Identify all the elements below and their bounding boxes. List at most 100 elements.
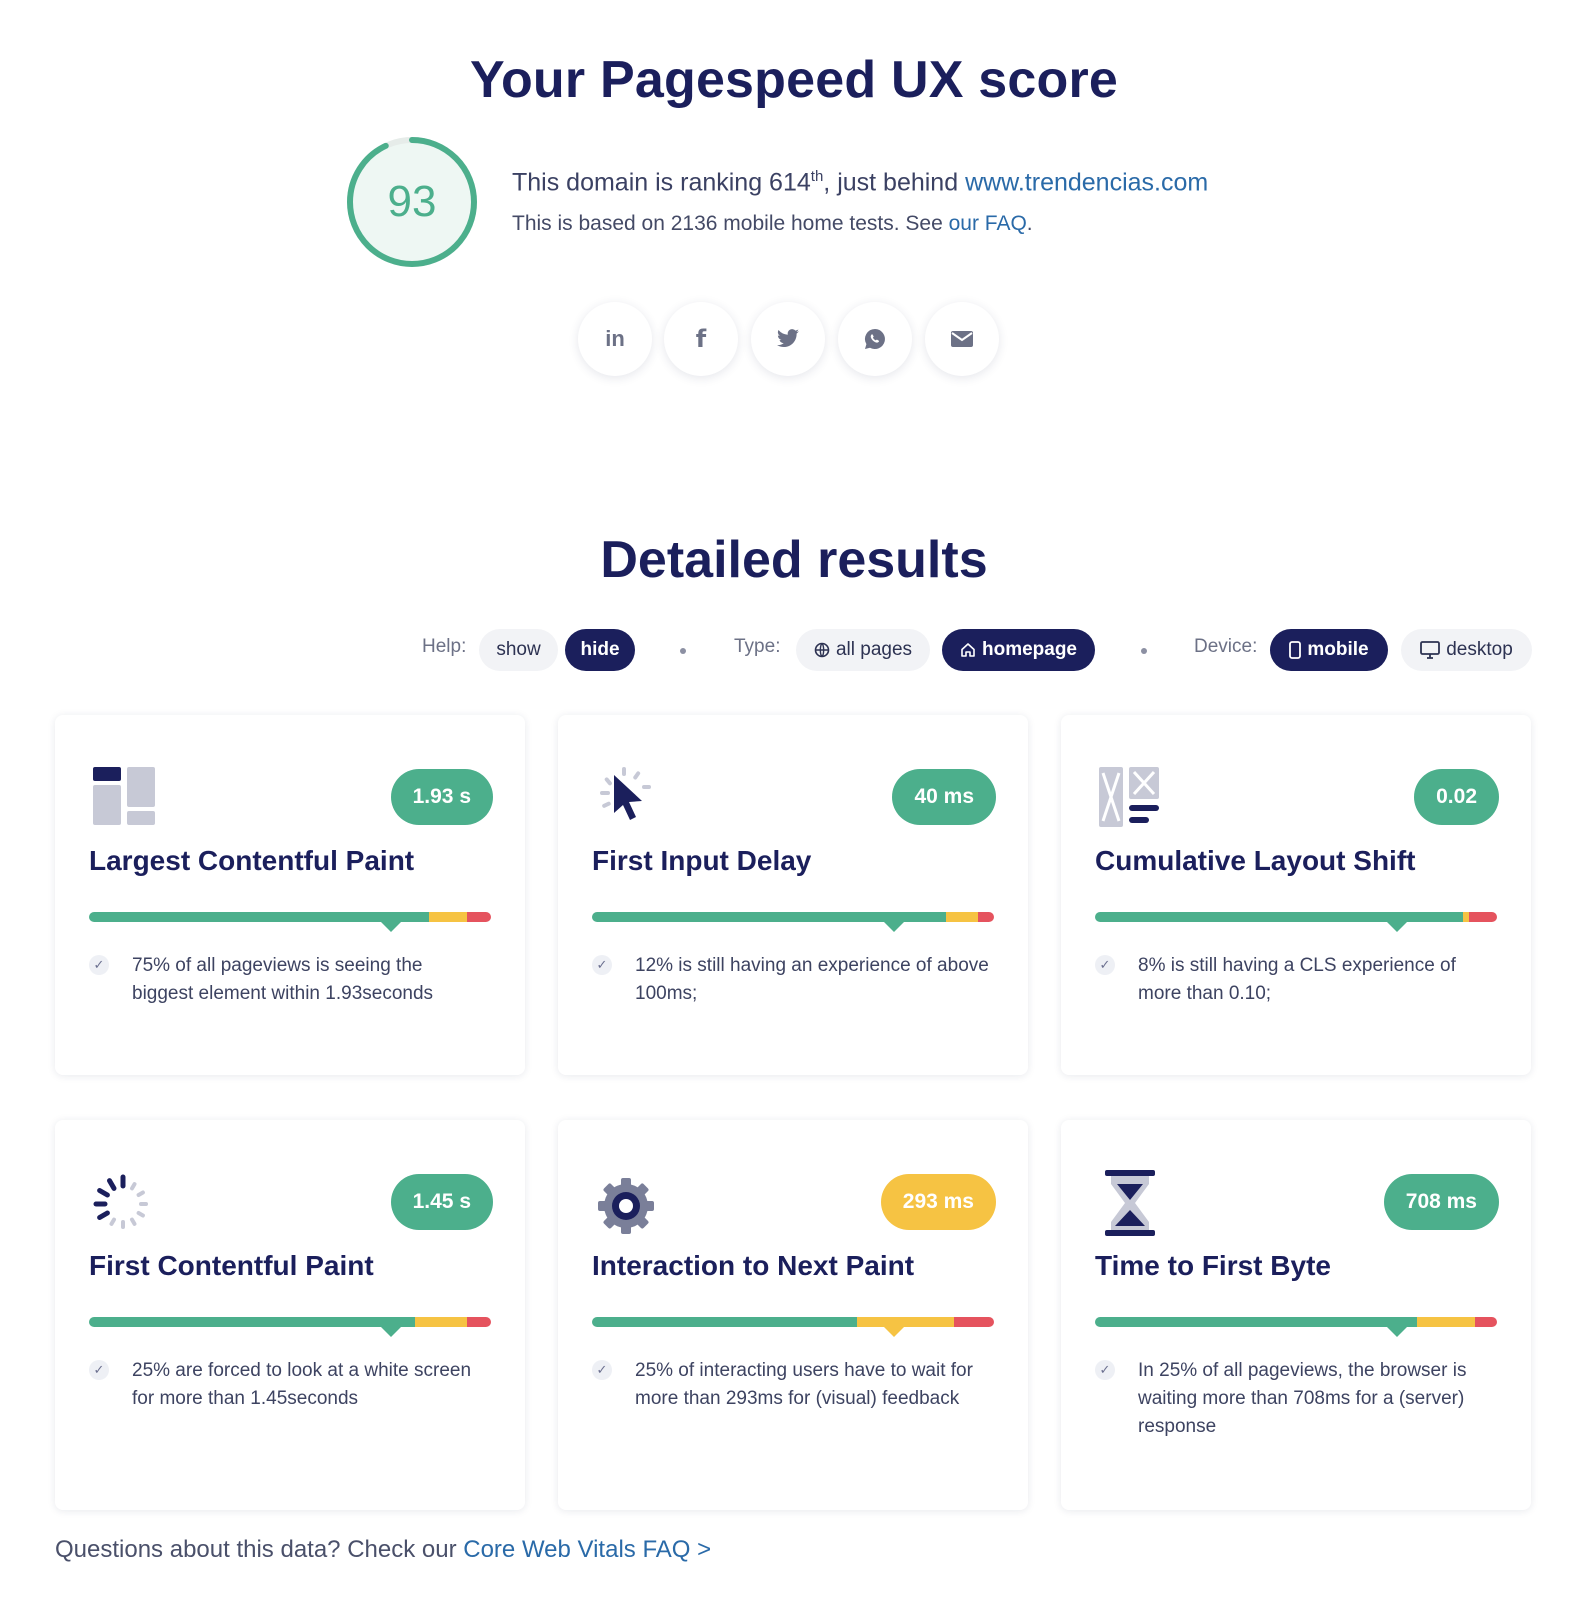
metric-value-badge: 40 ms — [892, 769, 996, 825]
distribution-marker — [378, 1325, 403, 1337]
bar-bad-segment — [1468, 912, 1497, 922]
ranking-text: This domain is ranking 614th, just behin… — [512, 168, 1208, 197]
help-filter-label: Help: — [422, 636, 467, 657]
competitor-link[interactable]: www.trendencias.com — [965, 168, 1208, 196]
distribution-marker — [1384, 1325, 1409, 1337]
check-icon: ✓ — [1095, 1360, 1115, 1380]
device-mobile-toggle[interactable]: mobile — [1270, 629, 1388, 671]
page-title: Your Pagespeed UX score — [469, 51, 1119, 109]
check-icon: ✓ — [89, 1360, 109, 1380]
metric-name: Interaction to Next Paint — [592, 1250, 915, 1281]
tests-info-end: . — [1026, 212, 1033, 235]
distribution-marker — [881, 920, 906, 932]
distribution-bar — [89, 1317, 491, 1327]
metric-card-fid: 40 ms First Input Delay ✓ 12% is still h… — [558, 715, 1028, 1075]
bar-bad-segment — [466, 912, 491, 922]
check-icon: ✓ — [89, 955, 109, 975]
share-email-button[interactable] — [925, 302, 999, 376]
monitor-icon — [1420, 641, 1441, 659]
bar-good-segment — [1095, 1317, 1417, 1327]
metric-description: 75% of all pageviews is seeing the bigge… — [132, 955, 434, 1004]
help-hide-label: hide — [580, 639, 620, 660]
share-linkedin-button[interactable]: in — [578, 302, 652, 376]
type-all-pages-label: all pages — [835, 639, 913, 660]
whatsapp-icon — [865, 329, 885, 349]
metric-description: In 25% of all pageviews, the browser is … — [1138, 1360, 1467, 1437]
help-show-toggle[interactable]: show — [479, 629, 558, 671]
check-icon: ✓ — [592, 1360, 612, 1380]
metric-value-badge: 708 ms — [1383, 1174, 1499, 1230]
faq-footer: Questions about this data? Check our Cor… — [55, 1536, 711, 1564]
metric-card-inp: 293 ms Interaction to Next Paint ✓ 25% o… — [558, 1120, 1028, 1510]
check-icon: ✓ — [1095, 955, 1115, 975]
filter-separator — [1141, 648, 1147, 654]
distribution-marker — [881, 1325, 906, 1337]
layout-shift-icon — [1099, 767, 1159, 827]
facebook-icon: f — [695, 325, 707, 353]
spinner-tick — [107, 1178, 117, 1191]
bar-good-segment — [89, 1317, 415, 1327]
bar-warn-segment — [945, 912, 978, 922]
metric-value-badge: 293 ms — [880, 1174, 996, 1230]
bar-bad-segment — [466, 1317, 491, 1327]
score-value: 93 — [387, 177, 437, 226]
bar-warn-segment — [428, 912, 467, 922]
device-desktop-toggle[interactable]: desktop — [1401, 629, 1532, 671]
tests-info-text: This is based on 2136 mobile home tests.… — [512, 212, 1033, 236]
spinner-tick — [97, 1210, 110, 1220]
metric-description: 12% is still having an experience of abo… — [635, 955, 989, 1004]
metric-card-cls: 0.02 Cumulative Layout Shift ✓ 8% is sti… — [1061, 715, 1531, 1075]
share-twitter-button[interactable] — [751, 302, 825, 376]
ranking-suffix: th — [810, 168, 824, 185]
share-whatsapp-button[interactable] — [838, 302, 912, 376]
metric-name: Cumulative Layout Shift — [1095, 845, 1416, 876]
bar-warn-segment — [414, 1317, 467, 1327]
bar-bad-segment — [977, 912, 994, 922]
faq-footer-text: Questions about this data? Check our — [55, 1536, 464, 1563]
metric-name: First Input Delay — [592, 845, 812, 876]
spinner-icon — [93, 1174, 148, 1229]
device-filter-label: Device: — [1194, 636, 1258, 657]
metric-card-ttfb: 708 ms Time to First Byte ✓ In 25% of al… — [1061, 1120, 1531, 1510]
help-show-label: show — [496, 639, 541, 660]
spinner-tick — [130, 1182, 137, 1191]
bar-bad-segment — [1474, 1317, 1497, 1327]
faq-link[interactable]: our FAQ — [949, 212, 1027, 235]
device-mobile-label: mobile — [1307, 639, 1369, 660]
share-facebook-button[interactable]: f — [664, 302, 738, 376]
bar-bad-segment — [953, 1317, 994, 1327]
metric-value-badge: 1.93 s — [390, 769, 493, 825]
metric-card-lcp: 1.93 s Largest Contentful Paint ✓ 75% of… — [55, 715, 525, 1075]
help-hide-toggle[interactable]: hide — [565, 629, 635, 671]
spinner-tick — [136, 1190, 145, 1197]
phone-icon — [1289, 641, 1302, 659]
distribution-bar — [1095, 1317, 1497, 1327]
hourglass-icon — [1105, 1170, 1155, 1236]
bar-warn-segment — [857, 1317, 954, 1327]
device-desktop-label: desktop — [1446, 639, 1513, 660]
type-filter-label: Type: — [734, 636, 781, 657]
type-homepage-toggle[interactable]: homepage — [942, 629, 1095, 671]
ranking-prefix: This domain is ranking 614 — [512, 168, 811, 197]
metric-card-fcp: 1.45 s First Contentful Paint ✓ 25% are … — [55, 1120, 525, 1510]
ranking-after: , just behind — [823, 168, 966, 197]
gear-icon — [598, 1178, 654, 1234]
tests-info-prefix: This is based on 2136 mobile home tests.… — [512, 212, 949, 235]
cursor-click-icon — [600, 767, 651, 820]
metric-description: 25% of interacting users have to wait fo… — [635, 1360, 973, 1409]
layout-blocks-icon — [93, 767, 155, 825]
core-web-vitals-faq-link[interactable]: Core Web Vitals FAQ > — [463, 1536, 711, 1563]
distribution-bar — [592, 912, 994, 922]
distribution-marker — [1384, 920, 1409, 932]
home-icon — [961, 643, 975, 657]
bar-good-segment — [592, 1317, 858, 1327]
spinner-tick — [109, 1217, 116, 1226]
distribution-marker — [378, 920, 403, 932]
distribution-bar — [1095, 912, 1497, 922]
bar-warn-segment — [1416, 1317, 1475, 1327]
metric-value-badge: 0.02 — [1414, 769, 1499, 825]
spinner-tick — [97, 1188, 110, 1198]
type-all-pages-toggle[interactable]: all pages — [796, 629, 930, 671]
check-icon: ✓ — [592, 955, 612, 975]
metric-name: Largest Contentful Paint — [89, 845, 415, 876]
